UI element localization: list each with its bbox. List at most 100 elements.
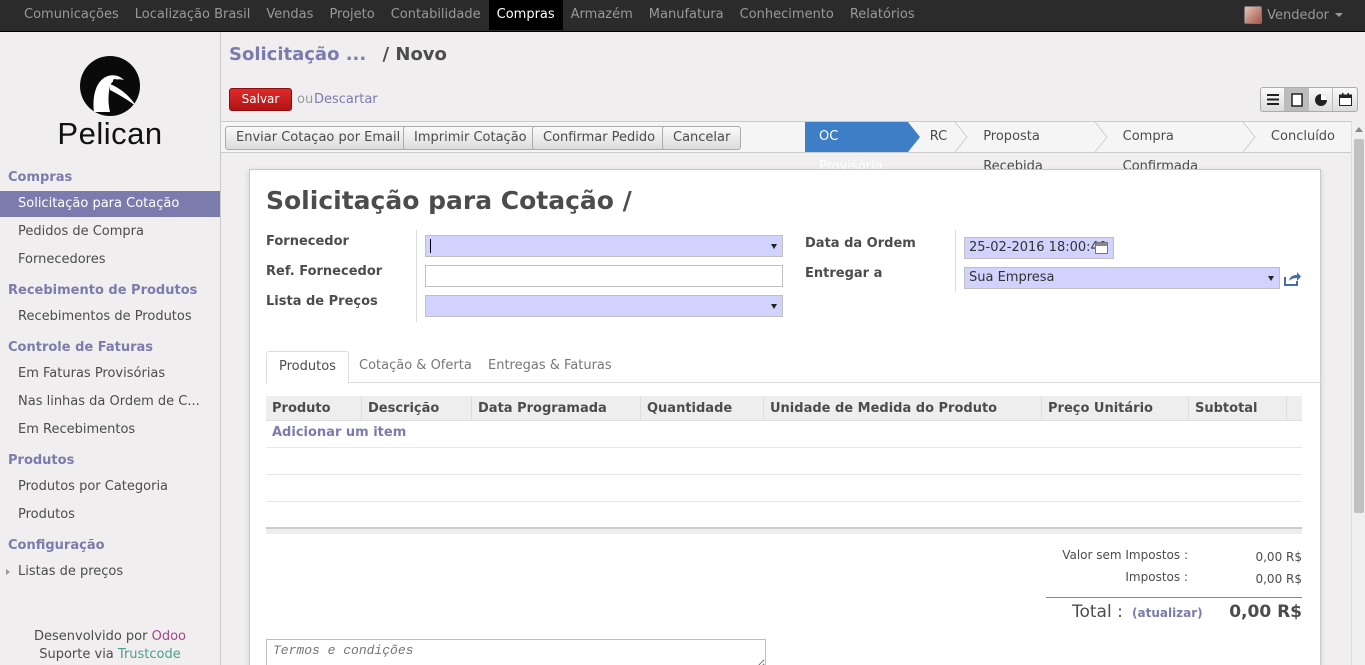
notebook-tabs: Produtos Cotação & Oferta Entregas & Fat… xyxy=(266,351,1322,384)
tab-produtos[interactable]: Produtos xyxy=(266,351,349,384)
status-proposta-recebida[interactable]: Proposta Recebida xyxy=(961,122,1108,174)
print-quotation-button[interactable]: Imprimir Cotação xyxy=(403,126,538,150)
form-header: Enviar Cotaçao por Email Imprimir Cotaçã… xyxy=(221,121,1351,174)
add-item-link[interactable]: Adicionar um item xyxy=(272,425,406,440)
vertical-scrollbar[interactable] xyxy=(1351,121,1365,665)
section-produtos: Produtos xyxy=(8,453,75,468)
breadcrumb: Solicitação ... / Novo xyxy=(229,44,447,65)
breadcrumb-separator: / xyxy=(382,44,390,65)
section-configuracao: Configuração xyxy=(8,538,105,553)
menu-vendas[interactable]: Vendas xyxy=(258,0,321,30)
terms-textarea[interactable] xyxy=(266,639,766,665)
table-row xyxy=(266,501,1302,502)
menu-relatorios[interactable]: Relatórios xyxy=(842,0,923,30)
footer-developed: Desenvolvido por Odoo xyxy=(0,629,220,644)
update-link[interactable]: (atualizar) xyxy=(1132,606,1203,620)
page-title: Solicitação para Cotação / xyxy=(266,186,632,215)
section-compras: Compras xyxy=(8,170,73,185)
table-footer xyxy=(266,527,1302,534)
sidebar-item-label: Listas de preços xyxy=(18,564,124,579)
field-separator xyxy=(955,230,956,292)
avatar xyxy=(1244,6,1263,24)
discard-link[interactable]: Descartar xyxy=(314,92,378,107)
caret-right-icon xyxy=(6,569,10,575)
pricelist-label: Lista de Preços xyxy=(266,294,378,309)
column-subtotal[interactable]: Subtotal xyxy=(1189,396,1287,421)
column-produto[interactable]: Produto xyxy=(266,396,362,421)
sidebar-item-produtos-categoria[interactable]: Produtos por Categoria xyxy=(0,474,220,500)
sidebar-item-em-recebimentos[interactable]: Em Recebimentos xyxy=(0,417,220,443)
scroll-up-icon[interactable] xyxy=(1355,127,1363,132)
breadcrumb-current: Novo xyxy=(395,44,447,65)
deliver-to-select[interactable]: Sua Empresa xyxy=(964,267,1280,289)
supplier-ref-label: Ref. Fornecedor xyxy=(266,264,383,279)
menu-compras[interactable]: Compras xyxy=(488,0,563,30)
sidebar-item-pedidos-compra[interactable]: Pedidos de Compra xyxy=(0,219,220,245)
sidebar-item-faturas-provisorias[interactable]: Em Faturas Provisórias xyxy=(0,361,220,387)
user-menu[interactable]: Vendedor xyxy=(1244,6,1343,24)
order-date-input[interactable]: 25-02-2016 18:00:40 xyxy=(964,237,1114,259)
form-sheet: Solicitação para Cotação / Fornecedor Re… xyxy=(249,169,1322,665)
taxes-label: Impostos : xyxy=(1125,570,1188,584)
graph-view-icon[interactable] xyxy=(1309,88,1333,111)
footer-developed-label: Desenvolvido por xyxy=(33,629,148,644)
external-link-icon[interactable] xyxy=(1283,271,1301,287)
totals-divider xyxy=(1046,597,1302,598)
supplier-label: Fornecedor xyxy=(266,234,349,249)
column-descricao[interactable]: Descrição xyxy=(362,396,472,421)
column-data-programada[interactable]: Data Programada xyxy=(472,396,641,421)
trustcode-link[interactable]: Trustcode xyxy=(118,647,181,662)
top-navbar: Comunicações Localização Brasil Vendas P… xyxy=(0,0,1365,32)
calendar-view-icon[interactable] xyxy=(1333,88,1357,111)
column-unidade-medida[interactable]: Unidade de Medida do Produto xyxy=(764,396,1042,421)
view-switcher xyxy=(1260,87,1358,112)
dropdown-arrow-icon xyxy=(771,304,777,309)
deliver-to-value: Sua Empresa xyxy=(969,270,1055,285)
dropdown-arrow-icon xyxy=(1268,276,1274,281)
user-name: Vendedor xyxy=(1267,7,1329,23)
status-proposta-label: Proposta Recebida xyxy=(983,129,1043,174)
odoo-link[interactable]: Odoo xyxy=(152,629,186,644)
sidebar-item-solicitacao-cotacao[interactable]: Solicitação para Cotação xyxy=(0,191,220,217)
send-email-button[interactable]: Enviar Cotaçao por Email xyxy=(225,126,412,150)
cancel-button[interactable]: Cancelar xyxy=(662,126,742,150)
form-view-icon[interactable] xyxy=(1285,88,1309,111)
pricelist-select[interactable] xyxy=(425,295,783,317)
column-quantidade[interactable]: Quantidade xyxy=(641,396,764,421)
column-preco-unitario[interactable]: Preço Unitário xyxy=(1042,396,1189,421)
save-button[interactable]: Salvar xyxy=(229,88,292,111)
tab-entregas-faturas[interactable]: Entregas & Faturas xyxy=(476,351,624,383)
supplier-ref-input[interactable] xyxy=(425,265,783,287)
sidebar-item-produtos[interactable]: Produtos xyxy=(0,502,220,528)
calendar-icon[interactable] xyxy=(1095,242,1108,254)
dropdown-arrow-icon xyxy=(771,244,777,249)
list-view-icon[interactable] xyxy=(1261,88,1285,111)
sidebar-item-listas-precos[interactable]: Listas de preços xyxy=(0,559,220,585)
sidebar-item-recebimentos[interactable]: Recebimentos de Produtos xyxy=(0,304,220,330)
untaxed-value: 0,00 R$ xyxy=(1255,550,1302,564)
status-concluido[interactable]: Concluído xyxy=(1249,122,1351,152)
sidebar-item-linhas-ordem[interactable]: Nas linhas da Ordem de C... xyxy=(0,389,220,415)
supplier-select[interactable] xyxy=(425,235,783,257)
menu-comunicacoes[interactable]: Comunicações xyxy=(16,0,127,30)
confirm-order-button[interactable]: Confirmar Pedido xyxy=(532,126,667,150)
untaxed-label: Valor sem Impostos : xyxy=(1062,548,1188,562)
table-header: Produto Descrição Data Programada Quanti… xyxy=(266,396,1302,421)
menu-conhecimento[interactable]: Conhecimento xyxy=(732,0,842,30)
table-row xyxy=(266,474,1302,475)
menu-manufatura[interactable]: Manufatura xyxy=(641,0,732,30)
or-label: ou xyxy=(297,92,314,107)
status-compra-confirmada[interactable]: Compra Confirmada xyxy=(1101,122,1256,174)
breadcrumb-parent[interactable]: Solicitação ... xyxy=(229,44,366,65)
menu-projeto[interactable]: Projeto xyxy=(321,0,382,30)
tab-cotacao-oferta[interactable]: Cotação & Oferta xyxy=(347,351,484,383)
status-oc-provisoria[interactable]: OC Provisória xyxy=(805,122,920,174)
scroll-thumb[interactable] xyxy=(1354,139,1364,513)
sidebar-item-fornecedores[interactable]: Fornecedores xyxy=(0,247,220,273)
order-date-label: Data da Ordem xyxy=(805,236,916,251)
menu-armazem[interactable]: Armazém xyxy=(563,0,641,30)
menu-localizacao-brasil[interactable]: Localização Brasil xyxy=(127,0,259,30)
menu-contabilidade[interactable]: Contabilidade xyxy=(383,0,489,30)
sidebar: Pelican Compras Solicitação para Cotação… xyxy=(0,32,221,665)
status-rc-label: RC xyxy=(929,129,948,144)
